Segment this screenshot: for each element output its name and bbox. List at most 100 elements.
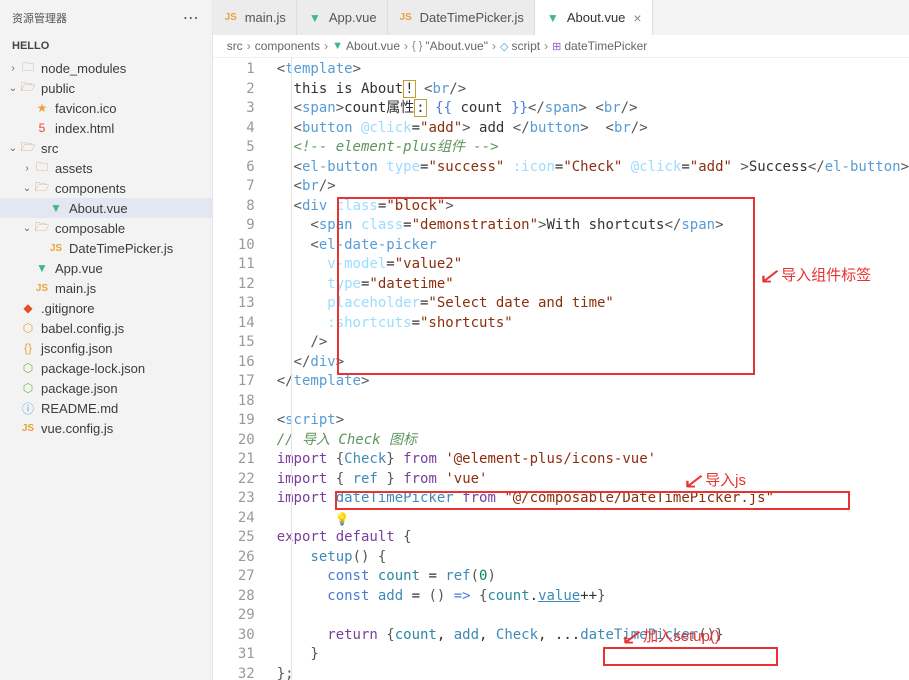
folder-open-icon: 🗁 — [34, 220, 50, 236]
close-icon[interactable]: × — [633, 10, 641, 26]
tree-item[interactable]: JS vue.config.js — [0, 418, 212, 438]
chevron-right-icon: › — [544, 39, 548, 53]
tree-item[interactable]: {}jsconfig.json — [0, 338, 212, 358]
tab-label: About.vue — [567, 10, 626, 25]
tree-item[interactable]: JSDateTimePicker.js — [0, 238, 212, 258]
line-number: 5 — [213, 138, 255, 158]
editor-tab[interactable]: ▼ About.vue × — [535, 0, 653, 35]
breadcrumb[interactable]: src › components › ▼ About.vue › { } "Ab… — [213, 35, 909, 58]
tree-item-label: App.vue — [55, 261, 103, 276]
arrow-left-icon: ↙ — [620, 627, 644, 647]
tree-item[interactable]: ›🗀node_modules — [0, 58, 212, 78]
tree-item[interactable]: ⌄🗁src — [0, 138, 212, 158]
chevron-icon[interactable]: ⌄ — [6, 143, 20, 154]
editor-tab[interactable]: JSmain.js — [213, 0, 297, 35]
tree-item[interactable]: ▼ About.vue — [0, 198, 212, 218]
json-icon: ⬡ — [20, 360, 36, 376]
html5-icon: 5 — [34, 120, 50, 136]
code-content[interactable]: <template> this is About! <br/> <span>co… — [273, 58, 909, 680]
vue-icon: ▼ — [34, 260, 50, 276]
chevron-icon[interactable]: ⌄ — [20, 183, 34, 194]
babel-icon: ⬡ — [20, 320, 36, 336]
line-number: 21 — [213, 450, 255, 470]
tree-item-label: favicon.ico — [55, 101, 116, 116]
ico-icon: ★ — [34, 100, 50, 116]
tree-item-label: index.html — [55, 121, 114, 136]
breadcrumb-symbol[interactable]: "About.vue" — [425, 39, 488, 53]
app-root: 资源管理器 ⋯ HELLO ›🗀node_modules⌄🗁public★fav… — [0, 0, 909, 680]
code-editor[interactable]: 1234567891011121314151617181920212223242… — [213, 58, 909, 680]
js-icon: JS — [34, 280, 50, 296]
line-number: 11 — [213, 255, 255, 275]
tree-item[interactable]: ◆ .gitignore — [0, 298, 212, 318]
line-number: 6 — [213, 158, 255, 178]
line-number: 8 — [213, 197, 255, 217]
line-number: 13 — [213, 294, 255, 314]
line-number: 14 — [213, 314, 255, 334]
chevron-icon[interactable]: ⌄ — [6, 83, 20, 94]
js-icon: JS — [20, 420, 36, 436]
line-number: 30 — [213, 626, 255, 646]
tree-item[interactable]: ⬡ package-lock.json — [0, 358, 212, 378]
git-icon: ◆ — [20, 300, 36, 316]
breadcrumb-part[interactable]: src — [227, 39, 243, 53]
editor-tab[interactable]: ▼App.vue — [297, 0, 388, 35]
line-number: 27 — [213, 567, 255, 587]
tree-item-label: composable — [55, 221, 125, 236]
breadcrumb-part[interactable]: components — [255, 39, 320, 53]
editor-tab[interactable]: JSDateTimePicker.js — [388, 0, 535, 35]
json-yellow-icon: {} — [20, 340, 36, 356]
chevron-icon[interactable]: ⌄ — [20, 223, 34, 234]
breadcrumb-file[interactable]: About.vue — [346, 39, 400, 53]
module-icon: ◇ — [500, 40, 508, 53]
vue-icon: ▼ — [48, 200, 64, 216]
chevron-right-icon: › — [247, 39, 251, 53]
chevron-icon[interactable]: › — [20, 163, 34, 174]
tree-item-label: About.vue — [69, 201, 128, 216]
tree-item[interactable]: ⌄🗁 composable — [0, 218, 212, 238]
line-number: 32 — [213, 665, 255, 680]
tree-item-label: vue.config.js — [41, 421, 113, 436]
annotation-label: ↙加入setup() — [623, 627, 720, 647]
tree-item[interactable]: ⌄🗁 components — [0, 178, 212, 198]
tree-item[interactable]: ⌄🗁public — [0, 78, 212, 98]
annotation-label: ↙导入js — [685, 471, 746, 491]
main-area: JSmain.js▼App.vueJSDateTimePicker.js ▼ Abo… — [213, 0, 909, 680]
tab-label: App.vue — [329, 10, 377, 25]
line-number: 17 — [213, 372, 255, 392]
chevron-icon[interactable]: › — [6, 63, 20, 74]
more-actions-icon[interactable]: ⋯ — [183, 8, 200, 28]
tree-item[interactable]: JSmain.js — [0, 278, 212, 298]
js-icon: JS — [48, 240, 64, 256]
annotation-label: ↙导入组件标签 — [761, 266, 871, 286]
folder-open-icon: 🗁 — [20, 140, 36, 156]
line-number: 19 — [213, 411, 255, 431]
method-icon: ⊞ — [552, 40, 561, 53]
vue-icon: ▼ — [545, 10, 561, 26]
tree-item-label: package-lock.json — [41, 361, 145, 376]
tree-item[interactable]: ⬡babel.config.js — [0, 318, 212, 338]
line-number: 26 — [213, 548, 255, 568]
breadcrumb-method[interactable]: dateTimePicker — [564, 39, 647, 53]
arrow-left-icon: ↙ — [758, 266, 782, 286]
tree-item-label: assets — [55, 161, 93, 176]
tree-item[interactable]: ★ favicon.ico — [0, 98, 212, 118]
breadcrumb-symbol[interactable]: script — [511, 39, 540, 53]
tree-item[interactable]: ▼ App.vue — [0, 258, 212, 278]
lightbulb-icon[interactable]: 💡 — [335, 510, 350, 530]
folder-open-icon: 🗁 — [20, 80, 36, 96]
tab-label: main.js — [245, 10, 286, 25]
tree-item[interactable]: ›🗀assets — [0, 158, 212, 178]
folder-open-icon: 🗁 — [34, 180, 50, 196]
project-name[interactable]: HELLO — [0, 36, 212, 56]
tree-item-label: components — [55, 181, 126, 196]
line-number: 22 — [213, 470, 255, 490]
tree-item[interactable]: ⓘREADME.md — [0, 398, 212, 418]
tree-item-label: .gitignore — [41, 301, 94, 316]
line-number: 23 — [213, 489, 255, 509]
chevron-right-icon: › — [404, 39, 408, 53]
tree-item[interactable]: 5 index.html — [0, 118, 212, 138]
line-number: 4 — [213, 119, 255, 139]
line-number: 16 — [213, 353, 255, 373]
tree-item[interactable]: ⬡package.json — [0, 378, 212, 398]
